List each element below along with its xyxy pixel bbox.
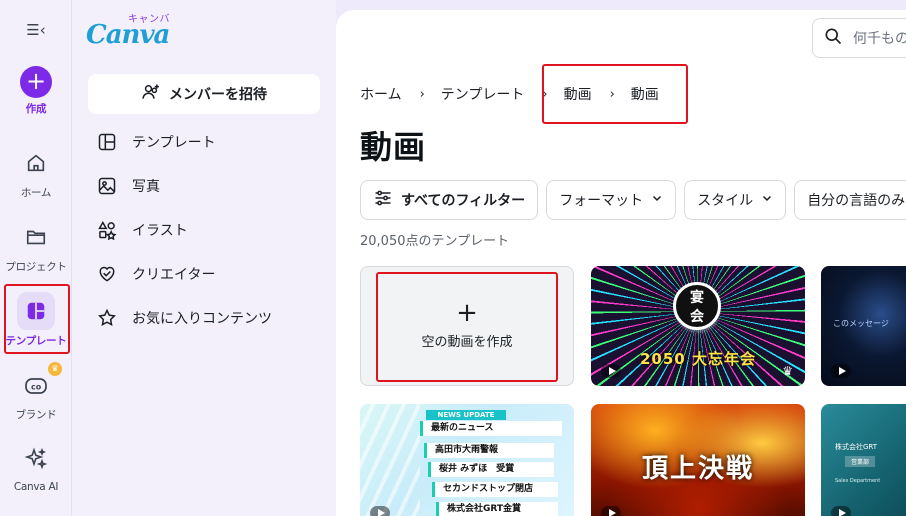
side-item-label: イラスト xyxy=(132,223,188,239)
photo-icon xyxy=(96,175,118,197)
side-item-label: テンプレート xyxy=(132,135,216,151)
invite-label: メンバーを招待 xyxy=(169,87,267,103)
side-item-illustrations[interactable]: イラスト xyxy=(96,218,188,242)
template-dept-text: 営業部 xyxy=(845,456,876,467)
news-line: セカンドストップ閉店 xyxy=(432,482,558,497)
search-box[interactable]: 何千もの xyxy=(812,18,906,58)
template-title-text: 頂上決戦 xyxy=(641,454,754,484)
rail-item-canva-ai[interactable]: Canva AI xyxy=(0,440,72,493)
play-icon xyxy=(831,506,851,516)
star-icon xyxy=(96,307,118,329)
news-header: NEWS UPDATE xyxy=(426,410,506,420)
side-item-photos[interactable]: 写真 xyxy=(96,174,160,198)
invite-members-button[interactable]: メンバーを招待 xyxy=(88,74,320,114)
rail-item-brand[interactable]: co ♛ ブランド xyxy=(0,362,72,422)
highlight-box-templates xyxy=(4,284,70,354)
rail-item-label: ホーム xyxy=(20,187,52,199)
filter-label: フォーマット xyxy=(559,193,644,209)
side-item-label: 写真 xyxy=(132,179,160,195)
format-dropdown[interactable]: フォーマット xyxy=(546,180,677,220)
template-title-text: このメッセージ xyxy=(833,319,889,328)
sparkle-icon xyxy=(17,440,55,478)
template-card-news[interactable]: NEWS UPDATE 最新のニュース 高田市大雨警報 桜井 みずほ 受賞 セカ… xyxy=(360,404,574,516)
canva-logo[interactable]: キャンバ Canva xyxy=(86,10,176,50)
play-icon xyxy=(601,364,621,378)
page-title: 動画 xyxy=(360,128,427,166)
left-rail: ☰‹ + 作成 ホーム プロジェクト テンプレート co ♛ ブランド Canv… xyxy=(0,0,72,516)
crown-icon: ♛ xyxy=(48,362,62,376)
play-icon xyxy=(601,506,621,516)
crown-icon: ♛ xyxy=(782,364,793,378)
chevron-down-icon xyxy=(761,192,773,208)
rail-item-label: ブランド xyxy=(15,409,57,421)
all-filters-button[interactable]: すべてのフィルター xyxy=(360,180,539,220)
highlight-box-blank-video xyxy=(376,272,558,382)
rail-item-home[interactable]: ホーム xyxy=(0,144,72,200)
filter-label: スタイル xyxy=(697,193,754,209)
template-title-text: 2050 大忘年会 xyxy=(640,350,756,368)
template-card-year-end-party[interactable]: 宴 会 2050 大忘年会 ♛ xyxy=(591,266,805,386)
filter-label: 自分の言語のみ xyxy=(807,193,906,209)
shapes-icon xyxy=(96,219,118,241)
side-item-creators[interactable]: クリエイター xyxy=(96,262,215,286)
rail-item-label: プロジェクト xyxy=(5,261,67,273)
highlight-box-breadcrumb xyxy=(542,64,688,124)
rail-item-label: 作成 xyxy=(25,103,47,115)
play-icon xyxy=(831,364,851,378)
news-line: 最新のニュース xyxy=(420,421,562,436)
svg-text:co: co xyxy=(31,383,42,392)
side-item-templates[interactable]: テンプレート xyxy=(96,130,216,154)
rail-item-create[interactable]: + 作成 xyxy=(0,66,72,116)
side-panel: キャンバ Canva メンバーを招待 テンプレート 写真 イラスト クリエイター xyxy=(72,0,336,516)
home-icon xyxy=(17,144,55,182)
template-sub-text: Sales Department xyxy=(835,478,881,484)
logo-text: Canva xyxy=(86,20,170,50)
news-line: 桜井 みずほ 受賞 xyxy=(428,462,554,477)
template-card-final-battle[interactable]: 頂上決戦 xyxy=(591,404,805,516)
add-user-icon xyxy=(141,82,161,106)
my-language-filter[interactable]: 自分の言語のみ xyxy=(794,180,906,220)
filter-sliders-icon xyxy=(373,188,393,212)
folder-icon xyxy=(17,218,55,256)
filter-label: すべてのフィルター xyxy=(401,193,526,209)
side-item-label: お気に入りコンテンツ xyxy=(132,311,272,327)
style-dropdown[interactable]: スタイル xyxy=(684,180,787,220)
side-item-label: クリエイター xyxy=(132,267,216,283)
news-line: 高田市大雨警報 xyxy=(424,443,554,458)
rail-item-projects[interactable]: プロジェクト xyxy=(0,218,72,274)
search-icon xyxy=(823,26,843,50)
breadcrumb-home[interactable]: ホーム xyxy=(360,84,402,104)
plus-icon: + xyxy=(20,66,52,98)
collapse-menu-icon[interactable]: ☰‹ xyxy=(24,19,48,41)
breadcrumb-templates[interactable]: テンプレート xyxy=(441,84,525,104)
template-company-text: 株式会社GRT xyxy=(835,443,878,451)
news-line: 株式会社GRT金賞 xyxy=(436,502,558,516)
chevron-right-icon: › xyxy=(419,86,425,102)
chevron-down-icon xyxy=(651,192,663,208)
main-content: 何千もの ホーム › テンプレート › 動画 › 動画 動画 すべてのフィルター… xyxy=(336,10,906,516)
play-icon xyxy=(370,506,390,516)
filter-row: すべてのフィルター フォーマット スタイル 自分の言語のみ xyxy=(360,180,906,220)
enkai-badge: 宴 会 xyxy=(673,282,721,330)
template-card-dark[interactable]: このメッセージ xyxy=(821,266,906,386)
layout-icon xyxy=(96,131,118,153)
heart-icon xyxy=(96,263,118,285)
rail-item-label: Canva AI xyxy=(13,481,59,493)
template-card-business[interactable]: 株式会社GRT 営業部 Sales Department xyxy=(821,404,906,516)
template-count: 20,050点のテンプレート xyxy=(360,234,510,249)
side-item-favorites[interactable]: お気に入りコンテンツ xyxy=(96,306,272,330)
search-input[interactable]: 何千もの xyxy=(853,28,906,48)
decorative-stripes xyxy=(360,404,420,516)
